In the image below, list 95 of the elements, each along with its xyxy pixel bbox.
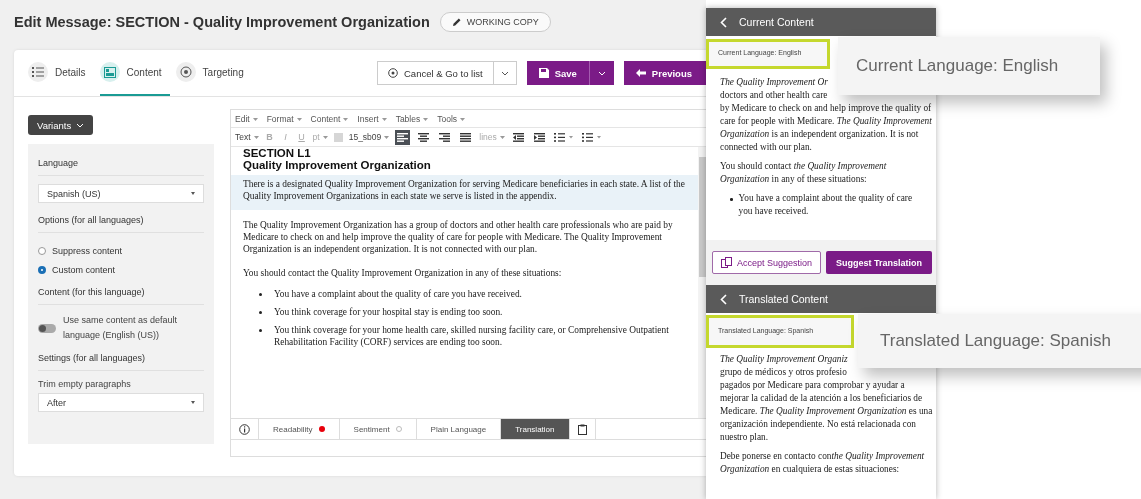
paragraph-line: pagados por Medicare para comprobar y ayudar a [720,379,906,392]
accept-suggestion-button[interactable]: Accept Suggestion [712,251,822,274]
paragraph-line: connected with our plan. [720,141,813,154]
panel-title: Current Content [739,16,814,28]
menu-item[interactable]: Insert [357,113,387,124]
panel-title: Translated Content [739,293,828,305]
paragraph-line: The Quality Improvement Organiz [720,353,849,366]
document-paragraph: You should contact the Quality Improvement Organization in any of these situations: [242,267,563,280]
document-paragraph: There is a designated Quality Improvement Organization for serving Medicare beneficiaries in each state. A list of the Quality Improvement Organizations in each state we serve is listed in the appendix. [231,175,698,210]
bullet-text: You have a complaint about the quality of care you have received. [738,192,914,218]
radio-label: Custom content [52,264,116,275]
callout-box: Current Language: English [838,37,1100,95]
back-chevron-icon [720,293,727,305]
suggest-translation-button[interactable]: Suggest Translation [826,251,933,274]
save-button[interactable]: Save [526,61,589,85]
align-left-icon[interactable] [395,129,411,145]
caret-icon [296,117,302,121]
caret-icon [384,136,390,140]
save-icon [538,68,549,78]
caret-icon [253,136,259,140]
pencil-icon [451,17,462,27]
bullet-icon [259,311,262,314]
bullet-text: You think coverage for your hospital stay is ending too soon. [274,306,503,318]
document-heading: Quality Improvement Organization [243,159,432,171]
list-icon [32,67,44,77]
tab[interactable]: Details [28,50,94,96]
previous-button[interactable]: Previous [623,61,706,85]
tab[interactable]: Content [99,50,170,96]
target-icon [179,66,192,78]
paragraph-line: doctors and other health care [720,89,829,102]
paragraph-line: Organization is an independent organization. It is not [720,128,920,141]
bullet-icon [730,198,733,201]
info-icon [239,423,250,435]
bullet-text: You have a complaint about the quality of care you have received. [274,288,522,300]
menu-item[interactable]: Format [266,113,302,124]
paragraph-line: grupo de médicos y otros profesio [720,366,848,379]
paragraph-line: nuestro plan. [720,431,770,444]
toggle-switch[interactable] [38,323,56,333]
field-label: Trim empty paragraphs [38,379,132,389]
paragraph-line: organización independiente. No está relacionada con [720,418,917,431]
caret-icon [343,117,349,121]
language-select[interactable]: Spanish (US) [38,184,204,203]
panel-paragraph: Debe ponerse en contacto conthe Quality Improvement Organization en cualquiera de estas situaciones: [720,450,926,476]
radio-label: Suppress content [52,245,123,256]
section-label: Options (for all languages) [38,207,204,233]
toolbar-dropdown[interactable]: 15_sb09 [348,132,390,142]
copy-icon [721,257,733,268]
menu-item[interactable]: Edit [235,113,258,124]
caret-icon [322,136,328,140]
panel-header[interactable]: Current Content [706,8,936,36]
toolbar-dropdown[interactable]: Text [235,132,259,142]
menu-item[interactable]: Content [310,113,349,124]
analysis-tab[interactable]: Translation [501,419,570,439]
page-title: Edit Message: SECTION - Quality Improvement Organization [14,14,430,30]
radio-button[interactable] [38,265,46,274]
document-paragraph: The Quality Improvement Organization has a group of doctors and other health care professionals who are paid by Medicare to check on and help improve the quality of care for people with Medicare. The Quality Improvement Organization is an independent organization. It is not connected with our plan. [242,219,674,256]
caret-icon [381,117,387,121]
section-label: Language [38,150,204,176]
document-icon [103,66,116,78]
caret-icon [499,136,505,140]
analysis-tab[interactable]: Readability [259,419,340,439]
panel-paragraph: You should contact the Quality Improvement Organization in any of these situations: [720,160,888,186]
arrow-left-icon [635,69,646,77]
section-label: Content (for this language) [38,279,204,305]
caret-icon [191,401,195,404]
menu-item[interactable]: Tools [437,113,466,124]
caret-icon [597,70,606,76]
radio-option[interactable]: Custom content [38,260,204,279]
caret-icon [500,70,509,76]
caret-icon [252,117,258,121]
tab[interactable]: Targeting [175,50,252,96]
caret-icon [423,117,429,121]
trim-select[interactable]: After [38,393,204,412]
section-label: Settings (for all languages) [38,345,204,371]
paragraph-line: mejorar la calidad de la atención a los beneficiarios de [720,392,924,405]
clipboard-icon [577,423,587,435]
radio-option[interactable]: Suppress content [38,241,204,260]
variants-button[interactable]: Variants [28,115,94,135]
caret-icon [76,122,85,128]
menu-item[interactable]: Tables [395,113,429,124]
analysis-tab[interactable]: Sentiment [339,419,417,439]
panel-header[interactable]: Translated Content [706,285,936,313]
cancel-button[interactable]: Cancel & Go to list [377,61,494,85]
paragraph-line: The Quality Improvement Or [720,76,829,89]
bullet-icon [259,329,262,332]
document-heading: SECTION L1 [243,147,312,159]
working-copy-badge: WORKING COPY [439,12,551,32]
callout-box: Translated Language: Spanish [858,314,1141,368]
toggle-label: Use same content as default language (English (US)) [63,314,179,342]
bullet-text: You think coverage for your home health care, skilled nursing facility care, or Comprehensive Outpatient Rehabilitation Facility (CORF) services are ending too soon. [274,324,670,348]
caret-icon [460,117,466,121]
bullet-icon [259,293,262,296]
radio-button[interactable] [38,246,46,255]
back-chevron-icon [720,16,727,28]
caret-icon [191,192,195,195]
